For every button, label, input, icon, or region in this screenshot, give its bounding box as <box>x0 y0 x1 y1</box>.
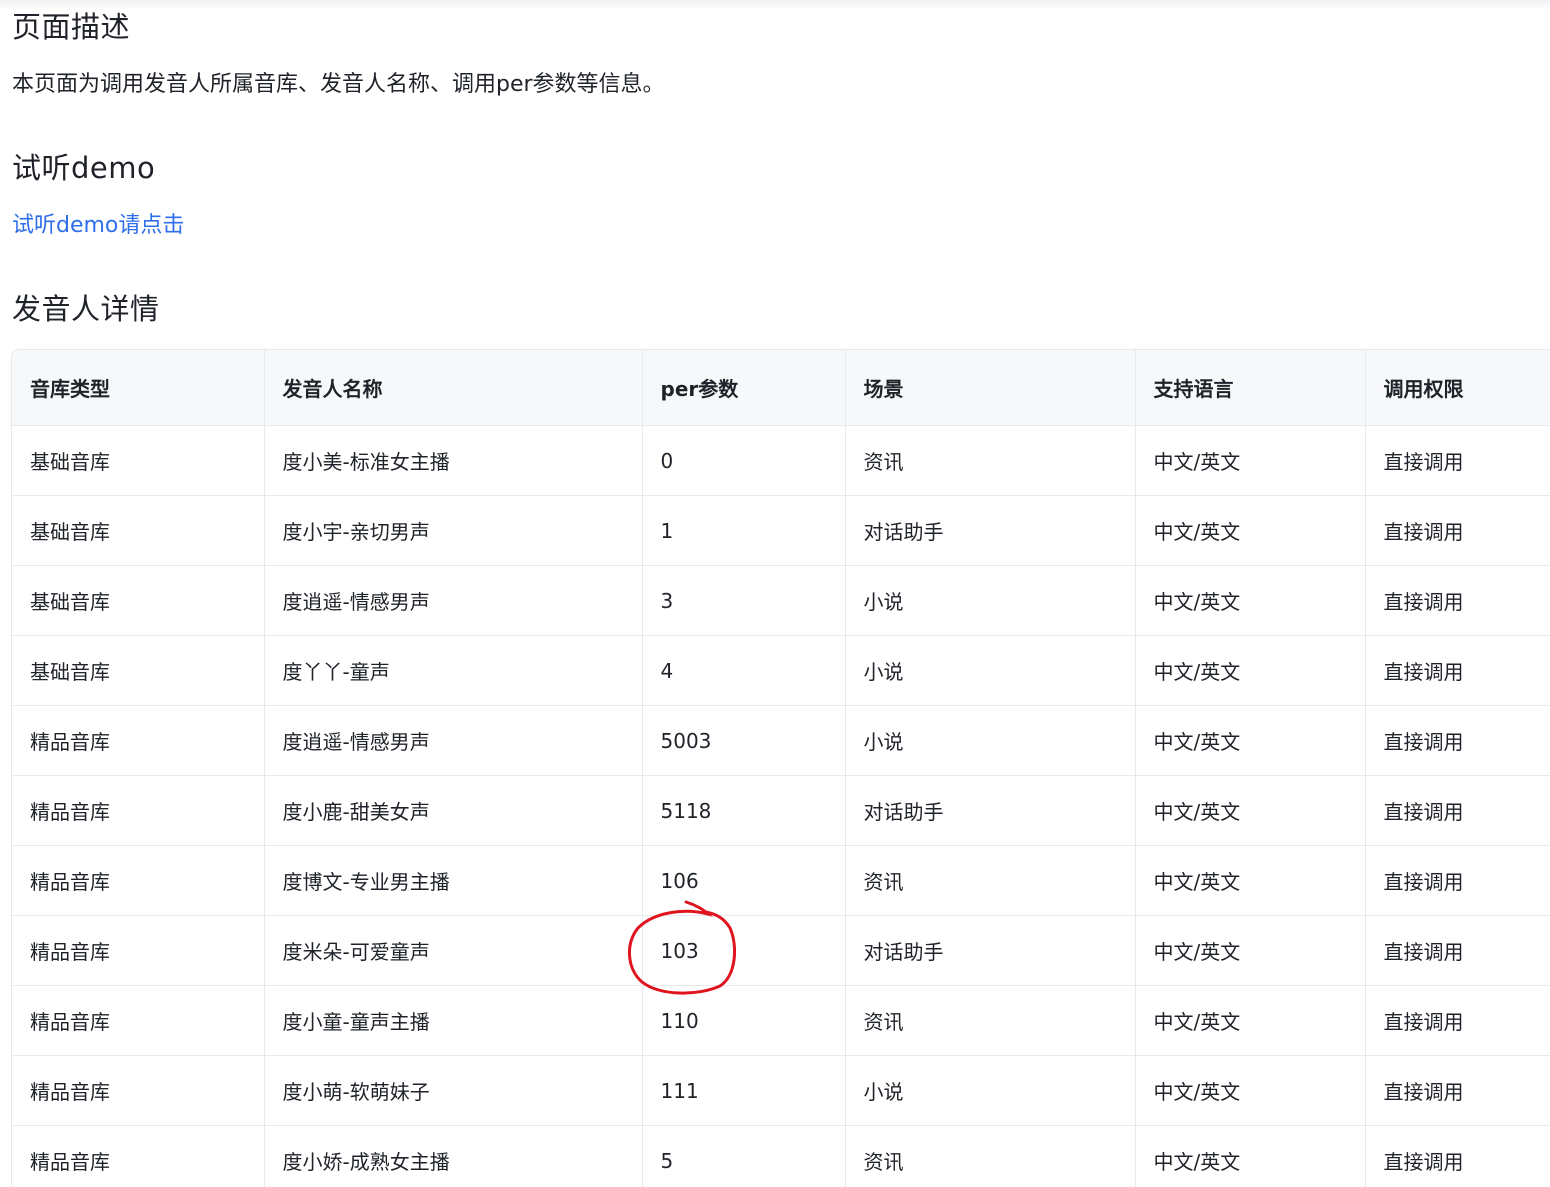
cell-speaker-name: 度米朵-可爱童声 <box>264 915 643 986</box>
top-shadow <box>0 0 1550 10</box>
cell-library-type: 基础音库 <box>12 495 265 566</box>
cell-scene: 资讯 <box>845 985 1136 1056</box>
speaker-table-container: 音库类型 发音人名称 per参数 场景 支持语言 调用权限 基础音库 度小美-标准… <box>11 349 1550 1187</box>
cell-speaker-name: 度小娇-成熟女主播 <box>264 1125 643 1187</box>
cell-scene: 对话助手 <box>845 495 1136 566</box>
table-row: 精品音库 度米朵-可爱童声 103 对话助手 中文/英文 直接调用 <box>12 915 1550 986</box>
cell-scene: 资讯 <box>845 425 1136 496</box>
table-row: 精品音库 度小童-童声主播 110 资讯 中文/英文 直接调用 <box>12 985 1550 1056</box>
cell-language: 中文/英文 <box>1135 845 1366 916</box>
cell-speaker-name: 度丫丫-童声 <box>264 635 643 706</box>
cell-permission: 直接调用 <box>1365 635 1550 706</box>
cell-scene: 对话助手 <box>845 775 1136 846</box>
header-library-type: 音库类型 <box>12 350 265 426</box>
cell-language: 中文/英文 <box>1135 705 1366 776</box>
cell-per-param: 110 <box>642 985 846 1056</box>
header-speaker-name: 发音人名称 <box>264 350 643 426</box>
cell-permission: 直接调用 <box>1365 1055 1550 1126</box>
demo-heading: 试听demo <box>12 151 156 185</box>
cell-library-type: 精品音库 <box>12 915 265 986</box>
header-permission: 调用权限 <box>1365 350 1550 426</box>
cell-per-param: 3 <box>642 565 846 636</box>
cell-language: 中文/英文 <box>1135 985 1366 1056</box>
cell-library-type: 精品音库 <box>12 1125 265 1187</box>
cell-permission: 直接调用 <box>1365 705 1550 776</box>
cell-per-param: 5118 <box>642 775 846 846</box>
cell-library-type: 基础音库 <box>12 565 265 636</box>
cell-scene: 小说 <box>845 635 1136 706</box>
description-heading: 页面描述 <box>12 10 131 44</box>
cell-library-type: 基础音库 <box>12 635 265 706</box>
cell-per-param: 103 <box>642 915 846 986</box>
speaker-detail-heading: 发音人详情 <box>12 292 160 326</box>
table-row: 精品音库 度小娇-成熟女主播 5 资讯 中文/英文 直接调用 <box>12 1125 1550 1187</box>
header-per-param: per参数 <box>642 350 846 426</box>
cell-scene: 小说 <box>845 1055 1136 1126</box>
header-scene: 场景 <box>845 350 1136 426</box>
table-row: 精品音库 度博文-专业男主播 106 资讯 中文/英文 直接调用 <box>12 845 1550 916</box>
cell-permission: 直接调用 <box>1365 775 1550 846</box>
cell-per-param: 111 <box>642 1055 846 1126</box>
cell-language: 中文/英文 <box>1135 565 1366 636</box>
cell-permission: 直接调用 <box>1365 915 1550 986</box>
cell-per-param: 5 <box>642 1125 846 1187</box>
cell-per-param: 106 <box>642 845 846 916</box>
cell-language: 中文/英文 <box>1135 775 1366 846</box>
speaker-table: 音库类型 发音人名称 per参数 场景 支持语言 调用权限 基础音库 度小美-标准… <box>12 350 1550 1187</box>
cell-per-param: 4 <box>642 635 846 706</box>
cell-language: 中文/英文 <box>1135 635 1366 706</box>
cell-library-type: 基础音库 <box>12 425 265 496</box>
cell-library-type: 精品音库 <box>12 775 265 846</box>
cell-speaker-name: 度逍遥-情感男声 <box>264 565 643 636</box>
cell-speaker-name: 度小鹿-甜美女声 <box>264 775 643 846</box>
cell-permission: 直接调用 <box>1365 425 1550 496</box>
cell-language: 中文/英文 <box>1135 915 1366 986</box>
cell-speaker-name: 度逍遥-情感男声 <box>264 705 643 776</box>
table-body: 基础音库 度小美-标准女主播 0 资讯 中文/英文 直接调用 基础音库 度小宇-亲切男声 1 对话… <box>12 425 1550 1187</box>
cell-scene: 资讯 <box>845 845 1136 916</box>
cell-speaker-name: 度小宇-亲切男声 <box>264 495 643 566</box>
cell-per-param: 1 <box>642 495 846 566</box>
table-row: 基础音库 度逍遥-情感男声 3 小说 中文/英文 直接调用 <box>12 565 1550 636</box>
cell-speaker-name: 度博文-专业男主播 <box>264 845 643 916</box>
cell-per-param: 0 <box>642 425 846 496</box>
cell-per-param: 5003 <box>642 705 846 776</box>
cell-language: 中文/英文 <box>1135 495 1366 566</box>
table-header-row: 音库类型 发音人名称 per参数 场景 支持语言 调用权限 <box>12 350 1550 426</box>
table-row: 精品音库 度小萌-软萌妹子 111 小说 中文/英文 直接调用 <box>12 1055 1550 1126</box>
description-text: 本页面为调用发音人所属音库、发音人名称、调用per参数等信息。 <box>12 72 665 97</box>
cell-scene: 小说 <box>845 705 1136 776</box>
cell-speaker-name: 度小美-标准女主播 <box>264 425 643 496</box>
cell-permission: 直接调用 <box>1365 1125 1550 1187</box>
cell-library-type: 精品音库 <box>12 985 265 1056</box>
cell-library-type: 精品音库 <box>12 705 265 776</box>
cell-library-type: 精品音库 <box>12 1055 265 1126</box>
demo-link[interactable]: 试听demo请点击 <box>12 207 184 239</box>
cell-scene: 资讯 <box>845 1125 1136 1187</box>
cell-speaker-name: 度小童-童声主播 <box>264 985 643 1056</box>
cell-permission: 直接调用 <box>1365 565 1550 636</box>
cell-permission: 直接调用 <box>1365 845 1550 916</box>
table-row: 基础音库 度丫丫-童声 4 小说 中文/英文 直接调用 <box>12 635 1550 706</box>
cell-permission: 直接调用 <box>1365 495 1550 566</box>
cell-scene: 小说 <box>845 565 1136 636</box>
cell-permission: 直接调用 <box>1365 985 1550 1056</box>
cell-speaker-name: 度小萌-软萌妹子 <box>264 1055 643 1126</box>
cell-language: 中文/英文 <box>1135 425 1366 496</box>
table-row: 基础音库 度小美-标准女主播 0 资讯 中文/英文 直接调用 <box>12 425 1550 496</box>
cell-library-type: 精品音库 <box>12 845 265 916</box>
cell-language: 中文/英文 <box>1135 1125 1366 1187</box>
table-row: 精品音库 度逍遥-情感男声 5003 小说 中文/英文 直接调用 <box>12 705 1550 776</box>
table-row: 精品音库 度小鹿-甜美女声 5118 对话助手 中文/英文 直接调用 <box>12 775 1550 846</box>
cell-scene: 对话助手 <box>845 915 1136 986</box>
header-language: 支持语言 <box>1135 350 1366 426</box>
cell-language: 中文/英文 <box>1135 1055 1366 1126</box>
table-row: 基础音库 度小宇-亲切男声 1 对话助手 中文/英文 直接调用 <box>12 495 1550 566</box>
page: 页面描述 本页面为调用发音人所属音库、发音人名称、调用per参数等信息。 试听d… <box>0 0 1550 1187</box>
